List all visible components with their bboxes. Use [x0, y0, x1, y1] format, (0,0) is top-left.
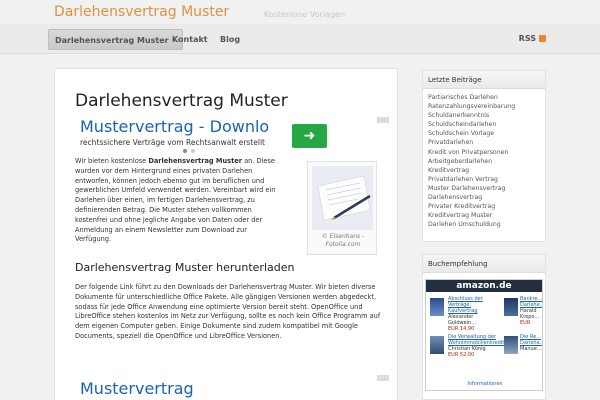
recent-post-link[interactable]: Schuldanerkenntnis: [428, 111, 545, 120]
recent-post-link[interactable]: Darlehen Umschuldung: [428, 220, 545, 229]
book-cover[interactable]: [430, 336, 444, 354]
product-title[interactable]: Bankre... Darlehe...: [520, 296, 542, 308]
book-cover[interactable]: [504, 298, 518, 316]
book-recommendation-widget: Buchempfehlung amazon.de Abschluss der V…: [422, 254, 546, 400]
recent-post-link[interactable]: Ratenzahlungsvereinbarung: [428, 102, 545, 111]
ad-headline[interactable]: Mustervertrag: [80, 379, 194, 398]
recent-posts-widget: Letzte Beiträge Partiarisches Darlehen R…: [422, 70, 546, 242]
recent-post-link[interactable]: Arbeitgeberdarlehen: [428, 157, 545, 166]
recent-post-link[interactable]: Partiarisches Darlehen: [428, 93, 545, 102]
rss-link[interactable]: RSS: [519, 34, 536, 43]
ad-headline[interactable]: Mustervertrag - Downlo: [80, 117, 269, 136]
intro-bold: Darlehensvertrag Muster: [148, 157, 242, 165]
product-author: Alexander Goldwein...: [448, 314, 476, 326]
page-title: Darlehensvertrag Muster: [75, 91, 288, 111]
product-title[interactable]: Die Re... Darlehe...: [520, 334, 542, 346]
site-title[interactable]: Darlehensvertrag Muster: [54, 4, 229, 20]
intro-rest: an. Diese wurden vor dem Hintergrund ein…: [75, 157, 276, 244]
download-paragraph: Der folgende Link führt zu den Downloads…: [75, 283, 381, 340]
product-price: EUR 52,00: [448, 352, 475, 358]
product-item[interactable]: Die Verwaltung der Wohnimmobilienkredit.…: [448, 334, 509, 358]
nav-item-blog[interactable]: Blog: [214, 29, 246, 50]
article-figure: © Elsenhans - Fotolia.com: [307, 161, 377, 255]
product-item[interactable]: Bankre... Darlehe... Harald Krepo... EUR: [520, 296, 542, 326]
download-heading: Darlehensvertrag Muster herunterladen: [75, 261, 295, 274]
ad-choices-icon[interactable]: [377, 375, 389, 381]
pager-dot-active[interactable]: [183, 149, 187, 153]
ad-banner-top[interactable]: Mustervertrag - Downlo rechtssichere Ver…: [75, 117, 389, 155]
ad-banner-bottom[interactable]: Mustervertrag: [75, 375, 389, 400]
nav-item-label: Kontakt: [172, 35, 208, 44]
recent-post-link[interactable]: Schuldscheindarlehen: [428, 120, 545, 129]
product-author: Manue...: [520, 346, 542, 352]
recent-post-link[interactable]: Schuldschein Vorlage: [428, 129, 545, 138]
recent-posts-list: Partiarisches Darlehen Ratenzahlungsvere…: [423, 89, 545, 229]
widget-title: Letzte Beiträge: [423, 71, 545, 89]
rss-icon[interactable]: [539, 35, 546, 42]
recent-post-link[interactable]: Privater Kreditvertrag: [428, 202, 545, 211]
product-price: EUR 14,90: [448, 326, 475, 332]
main-content: Darlehensvertrag Muster Mustervertrag - …: [54, 68, 398, 400]
pager-dot[interactable]: [191, 149, 195, 153]
site-header: Darlehensvertrag Muster Kostenlose Vorla…: [0, 0, 600, 24]
product-title[interactable]: Abschluss der Verträge: Kaufvertrag: [448, 296, 500, 314]
contract-pen-image: [312, 166, 373, 230]
figure-caption: © Elsenhans - Fotolia.com: [321, 233, 365, 248]
recent-post-link[interactable]: Kreditvertrag: [428, 166, 545, 175]
nav-item-kontakt[interactable]: Kontakt: [166, 29, 214, 50]
nav-item-darlehensvertrag-muster[interactable]: Darlehensvertrag Muster: [48, 29, 183, 50]
intro-prefix: Wir bieten kostenlose: [75, 157, 149, 165]
ad-choices-icon[interactable]: [377, 117, 389, 123]
product-title[interactable]: Die Verwaltung der Wohnimmobilienkredit.…: [448, 334, 509, 346]
product-author: Harald Krepo...: [520, 308, 540, 320]
product-item[interactable]: Abschluss der Verträge: Kaufvertrag Alex…: [448, 296, 500, 332]
recent-post-link[interactable]: Privatdarlehen Vertrag: [428, 175, 545, 184]
product-price: EUR: [520, 320, 531, 326]
ad-subline: rechtssichere Verträge vom Rechtsanwalt …: [80, 138, 265, 147]
amazon-widget[interactable]: amazon.de Abschluss der Verträge: Kaufve…: [425, 279, 543, 391]
nav-item-label: Darlehensvertrag Muster: [55, 36, 169, 45]
ad-arrow-button[interactable]: ➜: [292, 124, 327, 148]
recent-post-link[interactable]: Muster Darlehensvertrag: [428, 184, 545, 193]
book-cover[interactable]: [504, 336, 518, 354]
product-item[interactable]: Die Re... Darlehe... Manue...: [520, 334, 542, 352]
widget-title: Buchempfehlung: [423, 255, 545, 273]
recent-post-link[interactable]: Kredit von Privatpersonen: [428, 148, 545, 157]
book-cover[interactable]: [430, 298, 444, 316]
intro-paragraph: Wir bieten kostenlose Darlehensvertrag M…: [75, 157, 285, 245]
amazon-info-link[interactable]: Informationen: [426, 381, 544, 387]
site-tagline: Kostenlose Vorlagen: [264, 10, 346, 19]
amazon-logo[interactable]: amazon.de: [426, 280, 542, 292]
recent-post-link[interactable]: Privatdarlehen: [428, 138, 545, 147]
main-nav: Darlehensvertrag Muster Kontakt Blog RSS: [0, 24, 600, 54]
ad-pager: [183, 149, 203, 155]
nav-item-label: Blog: [220, 35, 241, 44]
recent-post-link[interactable]: Kreditvertrag Muster: [428, 211, 545, 220]
recent-post-link[interactable]: Darlehensvertrag: [428, 193, 545, 202]
